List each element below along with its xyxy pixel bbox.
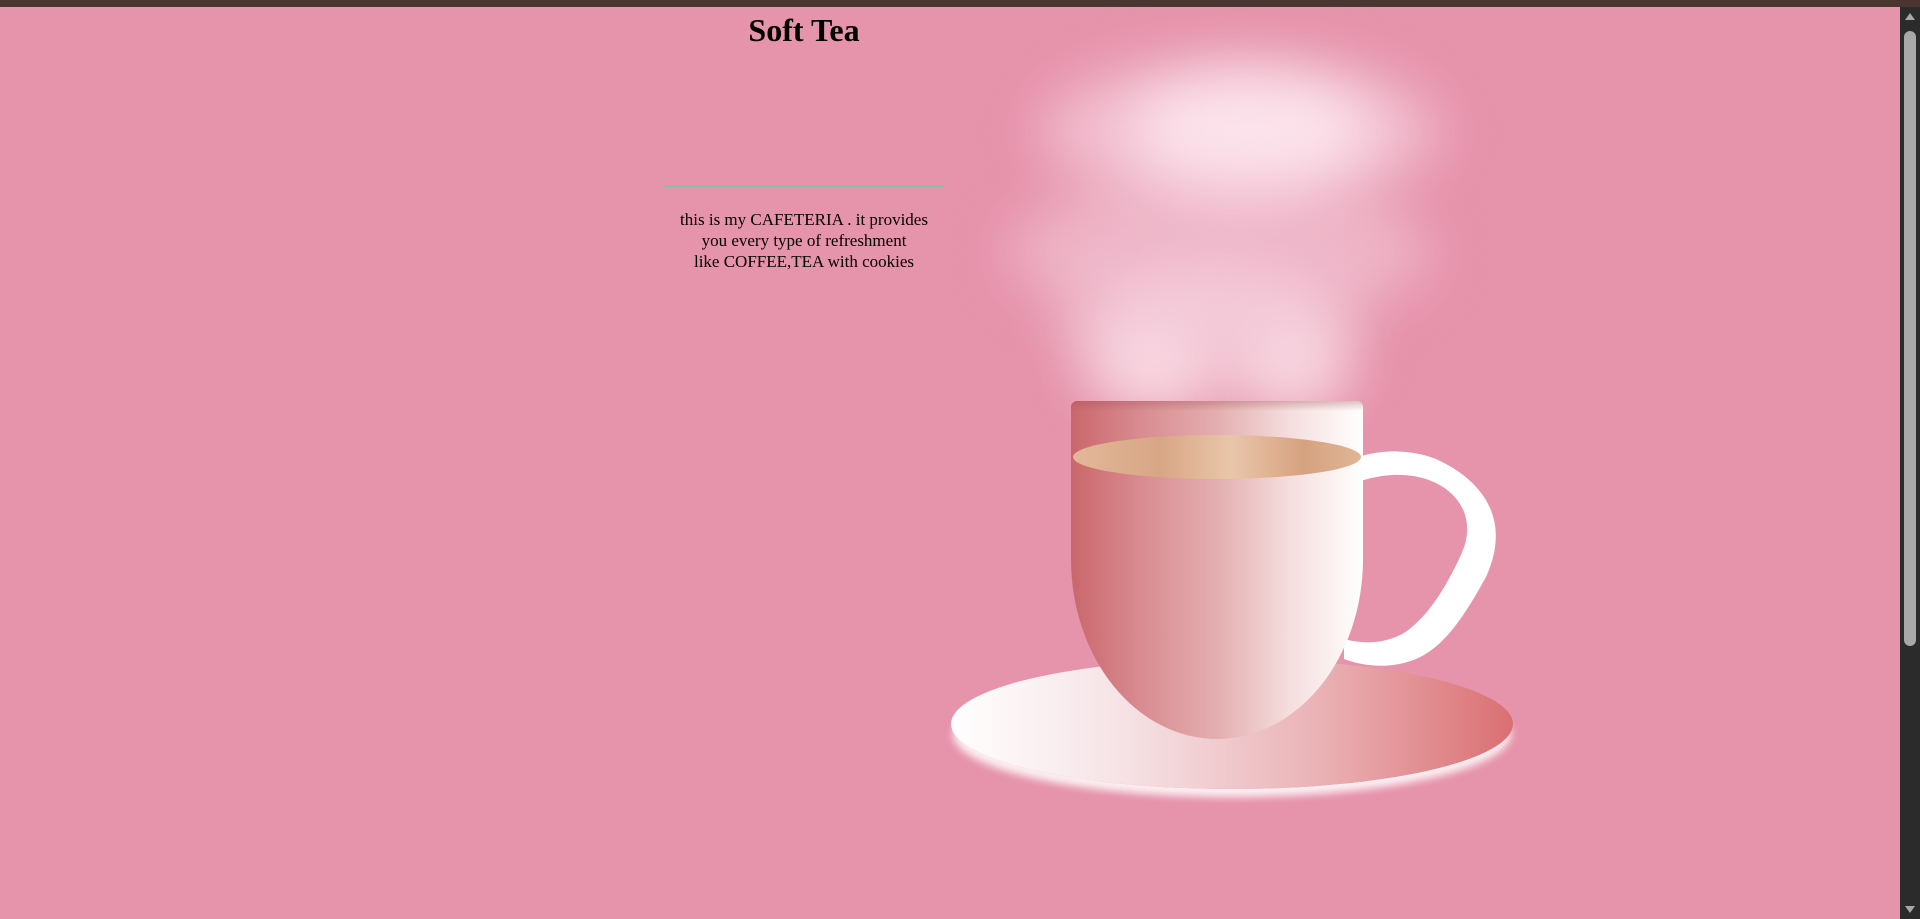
description-line: you every type of refreshment bbox=[701, 231, 907, 250]
scroll-up-icon[interactable] bbox=[1905, 13, 1915, 20]
steam-cloud bbox=[1130, 77, 1370, 187]
vertical-scrollbar[interactable] bbox=[1900, 7, 1920, 919]
tea-surface bbox=[1073, 435, 1361, 479]
main-content: Soft Tea this is my CAFETERIA . it provi… bbox=[664, 7, 944, 271]
page-body: Soft Tea this is my CAFETERIA . it provi… bbox=[0, 7, 1900, 919]
scrollbar-thumb[interactable] bbox=[1904, 31, 1916, 646]
cup-rim bbox=[1071, 401, 1363, 411]
browser-top-bar bbox=[0, 0, 1920, 7]
description-line: this is my CAFETERIA . it provides bbox=[680, 210, 928, 229]
description: this is my CAFETERIA . it provides you e… bbox=[664, 209, 944, 272]
scroll-down-icon[interactable] bbox=[1905, 906, 1915, 913]
page-title: Soft Tea bbox=[748, 12, 860, 48]
divider bbox=[664, 186, 944, 187]
description-line: like COFFEE,TEA with cookies bbox=[693, 252, 915, 271]
